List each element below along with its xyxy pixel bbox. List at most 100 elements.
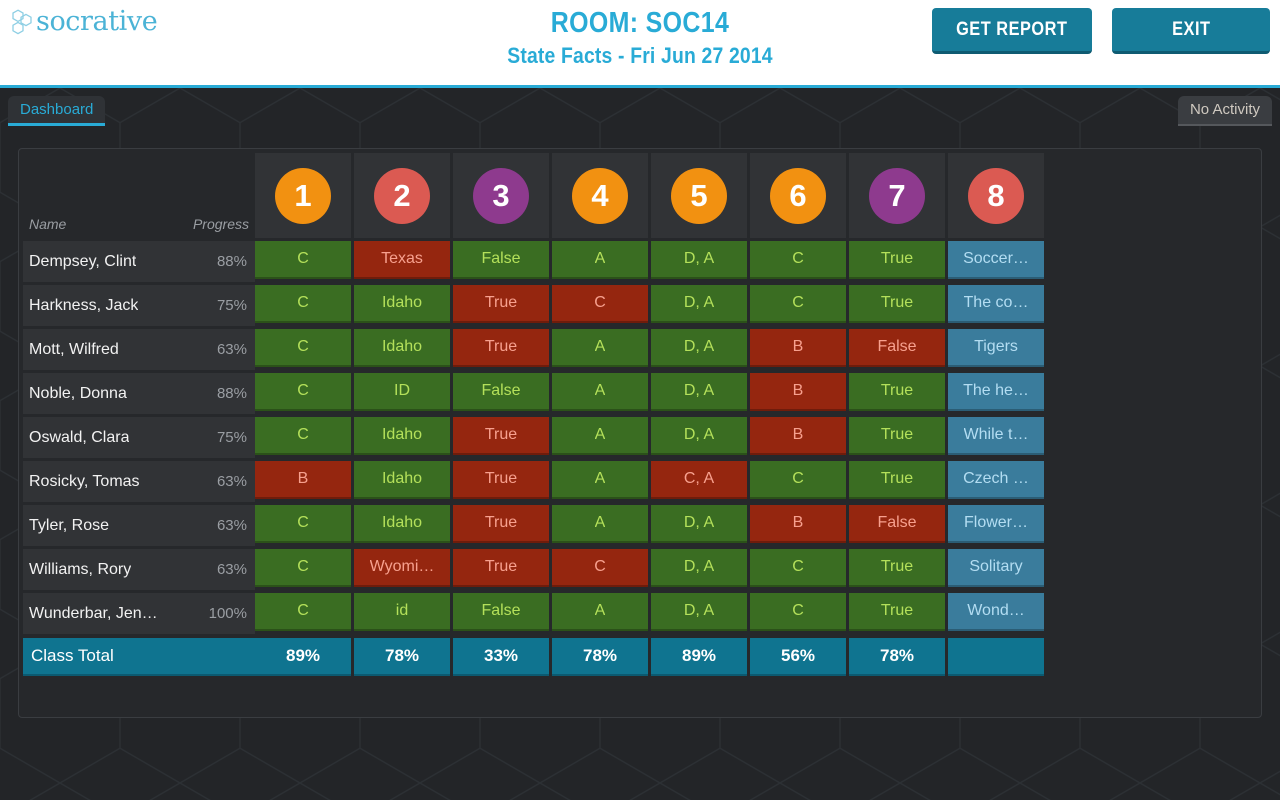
answer-cell[interactable]: True bbox=[849, 370, 948, 414]
answer-cell[interactable]: Wyomi… bbox=[354, 546, 453, 590]
answer-cell[interactable]: False bbox=[453, 370, 552, 414]
answer-cell[interactable]: C bbox=[552, 546, 651, 590]
answer-cell[interactable]: A bbox=[552, 458, 651, 502]
question-header-5[interactable]: 5 bbox=[651, 153, 750, 238]
table-row[interactable]: Oswald, Clara 75% C Idaho True A D, A B True Whil… bbox=[23, 414, 1047, 458]
answer-cell[interactable]: B bbox=[750, 326, 849, 370]
answer-cell[interactable]: A bbox=[552, 326, 651, 370]
student-name-cell[interactable]: Dempsey, Clint 88% bbox=[23, 238, 255, 282]
answer-cell[interactable]: D, A bbox=[651, 414, 750, 458]
answer-cell[interactable]: C bbox=[750, 590, 849, 634]
answer-cell[interactable]: True bbox=[849, 238, 948, 282]
table-row[interactable]: Harkness, Jack 75% C Idaho True C D, A C True The… bbox=[23, 282, 1047, 326]
answer-cell[interactable]: id bbox=[354, 590, 453, 634]
answer-cell[interactable]: A bbox=[552, 238, 651, 282]
table-row[interactable]: Noble, Donna 88% C ID False A D, A B True The he… bbox=[23, 370, 1047, 414]
question-header-1[interactable]: 1 bbox=[255, 153, 354, 238]
student-name-cell[interactable]: Oswald, Clara 75% bbox=[23, 414, 255, 458]
table-row[interactable]: Dempsey, Clint 88% C Texas False A D, A C True So… bbox=[23, 238, 1047, 282]
answer-cell[interactable]: Idaho bbox=[354, 282, 453, 326]
answer-cell[interactable]: False bbox=[849, 502, 948, 546]
answer-cell[interactable]: The he… bbox=[948, 370, 1047, 414]
question-header-7[interactable]: 7 bbox=[849, 153, 948, 238]
answer-cell[interactable]: True bbox=[849, 546, 948, 590]
answer-cell[interactable]: False bbox=[453, 238, 552, 282]
student-name-cell[interactable]: Tyler, Rose 63% bbox=[23, 502, 255, 546]
answer-cell[interactable]: C bbox=[750, 282, 849, 326]
answer-cell[interactable]: A bbox=[552, 370, 651, 414]
answer-cell[interactable]: True bbox=[453, 414, 552, 458]
answer-cell[interactable]: D, A bbox=[651, 546, 750, 590]
socrative-logo[interactable]: socrative bbox=[10, 6, 158, 37]
answer-cell[interactable]: D, A bbox=[651, 238, 750, 282]
answer-cell[interactable]: ID bbox=[354, 370, 453, 414]
answer-cell[interactable]: Idaho bbox=[354, 458, 453, 502]
answer-cell[interactable]: C bbox=[255, 282, 354, 326]
student-name-cell[interactable]: Williams, Rory 63% bbox=[23, 546, 255, 590]
table-row[interactable]: Mott, Wilfred 63% C Idaho True A D, A B False Tig… bbox=[23, 326, 1047, 370]
answer-cell[interactable]: D, A bbox=[651, 326, 750, 370]
answer-cell[interactable]: A bbox=[552, 590, 651, 634]
question-header-3[interactable]: 3 bbox=[453, 153, 552, 238]
answer-cell[interactable]: C bbox=[255, 326, 354, 370]
answer-cell[interactable]: True bbox=[849, 458, 948, 502]
student-name-cell[interactable]: Noble, Donna 88% bbox=[23, 370, 255, 414]
answer-cell[interactable]: B bbox=[750, 414, 849, 458]
get-report-button[interactable]: GET REPORT bbox=[932, 8, 1092, 54]
answer-cell[interactable]: True bbox=[849, 414, 948, 458]
table-row[interactable]: Rosicky, Tomas 63% B Idaho True A C, A C True Cze… bbox=[23, 458, 1047, 502]
student-name-cell[interactable]: Harkness, Jack 75% bbox=[23, 282, 255, 326]
answer-cell[interactable]: True bbox=[453, 458, 552, 502]
answer-cell[interactable]: D, A bbox=[651, 370, 750, 414]
student-name-cell[interactable]: Wunderbar, Jen… 100% bbox=[23, 590, 255, 634]
answer-cell[interactable]: C bbox=[255, 546, 354, 590]
answer-cell[interactable]: Idaho bbox=[354, 326, 453, 370]
answer-cell[interactable]: Tigers bbox=[948, 326, 1047, 370]
answer-cell[interactable]: A bbox=[552, 502, 651, 546]
answer-cell[interactable]: True bbox=[849, 590, 948, 634]
answer-cell[interactable]: Soccer… bbox=[948, 238, 1047, 282]
answer-cell[interactable]: Idaho bbox=[354, 502, 453, 546]
answer-cell[interactable]: Flower… bbox=[948, 502, 1047, 546]
question-header-2[interactable]: 2 bbox=[354, 153, 453, 238]
answer-cell[interactable]: C bbox=[255, 414, 354, 458]
answer-cell[interactable]: Solitary bbox=[948, 546, 1047, 590]
answer-cell[interactable]: C bbox=[255, 370, 354, 414]
answer-cell[interactable]: C bbox=[255, 590, 354, 634]
answer-cell[interactable]: C bbox=[750, 458, 849, 502]
table-row[interactable]: Williams, Rory 63% C Wyomi… True C D, A C True So… bbox=[23, 546, 1047, 590]
answer-cell[interactable]: Texas bbox=[354, 238, 453, 282]
answer-cell[interactable]: C bbox=[255, 238, 354, 282]
tab-dashboard[interactable]: Dashboard bbox=[8, 96, 106, 126]
answer-cell[interactable]: C bbox=[750, 546, 849, 590]
answer-cell[interactable]: B bbox=[750, 370, 849, 414]
answer-cell[interactable]: A bbox=[552, 414, 651, 458]
answer-cell[interactable]: D, A bbox=[651, 590, 750, 634]
question-header-8[interactable]: 8 bbox=[948, 153, 1047, 238]
answer-cell[interactable]: Czech … bbox=[948, 458, 1047, 502]
answer-cell[interactable]: C bbox=[255, 502, 354, 546]
answer-cell[interactable]: True bbox=[453, 282, 552, 326]
answer-cell[interactable]: D, A bbox=[651, 282, 750, 326]
answer-cell[interactable]: B bbox=[255, 458, 354, 502]
answer-cell[interactable]: True bbox=[453, 326, 552, 370]
answer-cell[interactable]: B bbox=[750, 502, 849, 546]
answer-cell[interactable]: True bbox=[453, 502, 552, 546]
answer-cell[interactable]: While t… bbox=[948, 414, 1047, 458]
answer-cell[interactable]: False bbox=[849, 326, 948, 370]
student-name-cell[interactable]: Mott, Wilfred 63% bbox=[23, 326, 255, 370]
answer-cell[interactable]: D, A bbox=[651, 502, 750, 546]
answer-cell[interactable]: The co… bbox=[948, 282, 1047, 326]
question-header-6[interactable]: 6 bbox=[750, 153, 849, 238]
answer-cell[interactable]: Idaho bbox=[354, 414, 453, 458]
question-header-4[interactable]: 4 bbox=[552, 153, 651, 238]
answer-cell[interactable]: C, A bbox=[651, 458, 750, 502]
answer-cell[interactable]: C bbox=[750, 238, 849, 282]
exit-button[interactable]: EXIT bbox=[1112, 8, 1270, 54]
student-name-cell[interactable]: Rosicky, Tomas 63% bbox=[23, 458, 255, 502]
answer-cell[interactable]: Wond… bbox=[948, 590, 1047, 634]
answer-cell[interactable]: True bbox=[849, 282, 948, 326]
table-row[interactable]: Tyler, Rose 63% C Idaho True A D, A B False Flowe… bbox=[23, 502, 1047, 546]
table-row[interactable]: Wunderbar, Jen… 100% Cid False A D, A C True Won… bbox=[23, 590, 1047, 634]
answer-cell[interactable]: C bbox=[552, 282, 651, 326]
